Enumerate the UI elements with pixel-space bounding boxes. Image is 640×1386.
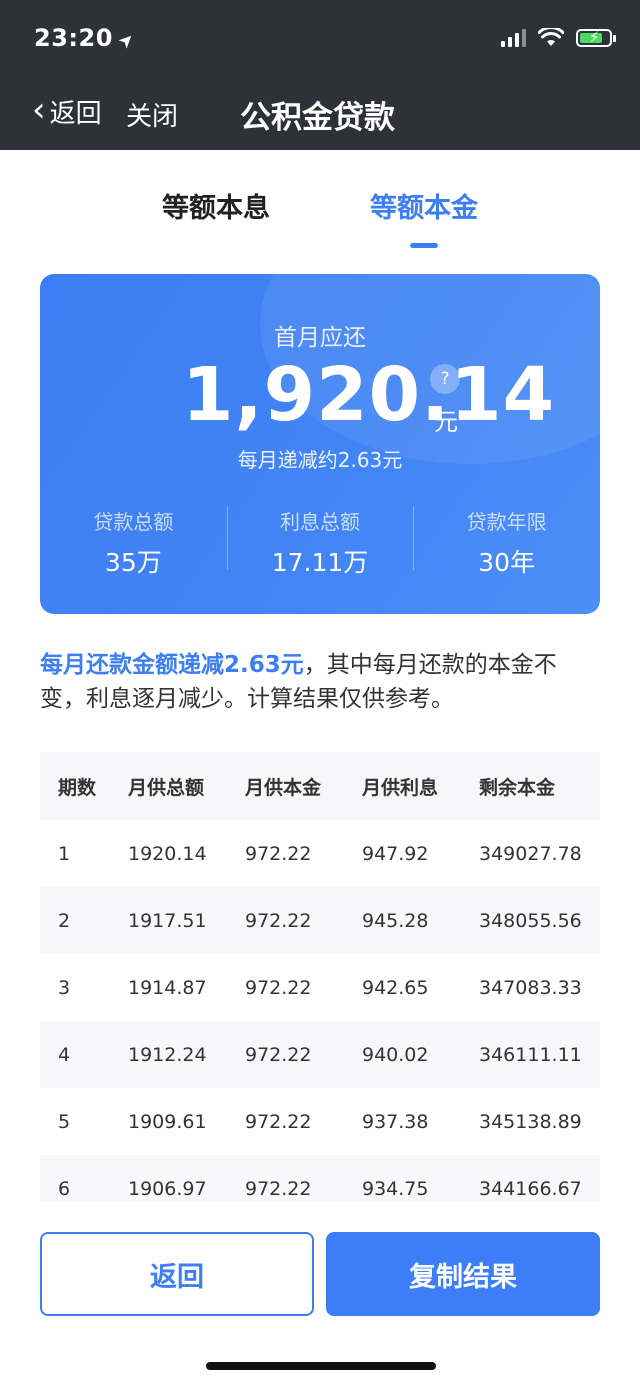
header-monthly-principal: 月供本金 bbox=[245, 776, 322, 799]
cell-monthly-interest: 934.75 bbox=[362, 1177, 429, 1200]
cell-remaining-principal: 345138.89 bbox=[479, 1110, 582, 1133]
table-row: 2 1917.51 972.22 945.28 348055.56 bbox=[40, 887, 600, 954]
cell-monthly-total: 1920.14 bbox=[128, 842, 207, 865]
table-header: 期数 月供总额 月供本金 月供利息 剩余本金 bbox=[40, 752, 600, 820]
cell-monthly-principal: 972.22 bbox=[245, 976, 312, 999]
stat-label: 利息总额 bbox=[280, 510, 360, 534]
stat-value: 35万 bbox=[104, 548, 162, 577]
battery-charging-icon: ⚡ bbox=[576, 28, 616, 47]
home-indicator[interactable] bbox=[206, 1362, 436, 1370]
status-time-text: 23:20 bbox=[34, 24, 113, 52]
status-icons: ⚡ bbox=[501, 28, 616, 48]
tab-equal-installment[interactable]: 等额本息 bbox=[162, 186, 270, 225]
cell-monthly-total: 1914.87 bbox=[128, 976, 207, 999]
cell-monthly-interest: 937.38 bbox=[362, 1110, 429, 1133]
cell-monthly-principal: 972.22 bbox=[245, 1043, 312, 1066]
header-period: 期数 bbox=[58, 776, 97, 799]
cellular-signal-icon bbox=[501, 29, 526, 47]
cell-period: 3 bbox=[58, 976, 71, 999]
repayment-note: 每月还款金额递减2.63元，其中每月还款的本金不变，利息逐月减少。计算结果仅供参… bbox=[40, 648, 600, 716]
cell-monthly-interest: 945.28 bbox=[362, 909, 429, 932]
wifi-icon bbox=[538, 28, 564, 46]
active-tab-indicator bbox=[410, 243, 438, 248]
stat-loan-total: 贷款总额 35万 bbox=[40, 506, 227, 577]
header-monthly-total: 月供总额 bbox=[128, 776, 205, 799]
cell-remaining-principal: 349027.78 bbox=[479, 842, 582, 865]
cell-monthly-principal: 972.22 bbox=[245, 1110, 312, 1133]
header-remaining-principal: 剩余本金 bbox=[479, 776, 556, 799]
location-arrow-icon: ➤ bbox=[113, 27, 140, 54]
cell-monthly-total: 1917.51 bbox=[128, 909, 207, 932]
status-time: 23:20➤ bbox=[34, 24, 140, 53]
cell-monthly-principal: 972.22 bbox=[245, 1177, 312, 1200]
cell-monthly-total: 1909.61 bbox=[128, 1110, 207, 1133]
close-link[interactable]: 关闭 bbox=[126, 96, 178, 133]
first-month-amount: 1,920.14 bbox=[182, 352, 556, 438]
cell-period: 1 bbox=[58, 842, 71, 865]
page-title: 公积金贷款 bbox=[240, 100, 395, 136]
cell-monthly-interest: 947.92 bbox=[362, 842, 429, 865]
back-link-label: 返回 bbox=[49, 99, 102, 129]
cell-period: 6 bbox=[58, 1177, 71, 1200]
tab-equal-principal[interactable]: 等额本金 bbox=[370, 186, 478, 225]
cell-monthly-interest: 940.02 bbox=[362, 1043, 429, 1066]
cell-monthly-total: 1906.97 bbox=[128, 1177, 207, 1200]
header-monthly-interest: 月供利息 bbox=[362, 776, 439, 799]
first-month-label: 首月应还 bbox=[274, 325, 366, 351]
table-row: 5 1909.61 972.22 937.38 345138.89 bbox=[40, 1088, 600, 1155]
back-button[interactable]: 返回 bbox=[40, 1232, 314, 1316]
amount-unit: 元 bbox=[434, 408, 458, 436]
stat-label: 贷款年限 bbox=[466, 510, 547, 534]
cell-period: 5 bbox=[58, 1110, 71, 1133]
cell-monthly-total: 1912.24 bbox=[128, 1043, 207, 1066]
back-link[interactable]: ‹ 返回 bbox=[32, 93, 102, 130]
stat-value: 30年 bbox=[478, 548, 536, 577]
stat-value: 17.11万 bbox=[271, 548, 369, 577]
top-bar: 23:20➤ ⚡ ‹ 返回 关闭 公积金贷款 bbox=[0, 0, 640, 150]
cell-monthly-principal: 972.22 bbox=[245, 842, 312, 865]
chevron-left-icon: ‹ bbox=[32, 89, 46, 130]
table-row: 3 1914.87 972.22 942.65 347083.33 bbox=[40, 954, 600, 1021]
stat-label: 贷款总额 bbox=[93, 510, 174, 534]
loan-stats: 贷款总额 35万 利息总额 17.11万 贷款年限 30年 bbox=[40, 506, 600, 577]
table-row: 6 1906.97 972.22 934.75 344166.67 bbox=[40, 1155, 600, 1202]
cell-period: 2 bbox=[58, 909, 71, 932]
note-highlight: 每月还款金额递减2.63元 bbox=[40, 652, 304, 678]
cell-remaining-principal: 346111.11 bbox=[479, 1043, 582, 1066]
cell-monthly-principal: 972.22 bbox=[245, 909, 312, 932]
summary-card: 首月应还 1,920.14 ? 元 每月递减约2.63元 贷款总额 35万 利息… bbox=[40, 274, 600, 614]
help-icon[interactable]: ? bbox=[430, 364, 460, 394]
repayment-table[interactable]: 期数 月供总额 月供本金 月供利息 剩余本金 1 1920.14 972.22 … bbox=[40, 752, 600, 1202]
cell-period: 4 bbox=[58, 1043, 71, 1066]
cell-monthly-interest: 942.65 bbox=[362, 976, 429, 999]
table-row: 4 1912.24 972.22 940.02 346111.11 bbox=[40, 1021, 600, 1088]
stat-interest-total: 利息总额 17.11万 bbox=[226, 506, 414, 577]
copy-result-button[interactable]: 复制结果 bbox=[326, 1232, 600, 1316]
table-row: 1 1920.14 972.22 947.92 349027.78 bbox=[40, 820, 600, 887]
stat-loan-term: 贷款年限 30年 bbox=[413, 506, 600, 577]
cell-remaining-principal: 344166.67 bbox=[479, 1177, 582, 1200]
cell-remaining-principal: 348055.56 bbox=[479, 909, 582, 932]
monthly-decrease: 每月递减约2.63元 bbox=[237, 448, 403, 472]
cell-remaining-principal: 347083.33 bbox=[479, 976, 582, 999]
